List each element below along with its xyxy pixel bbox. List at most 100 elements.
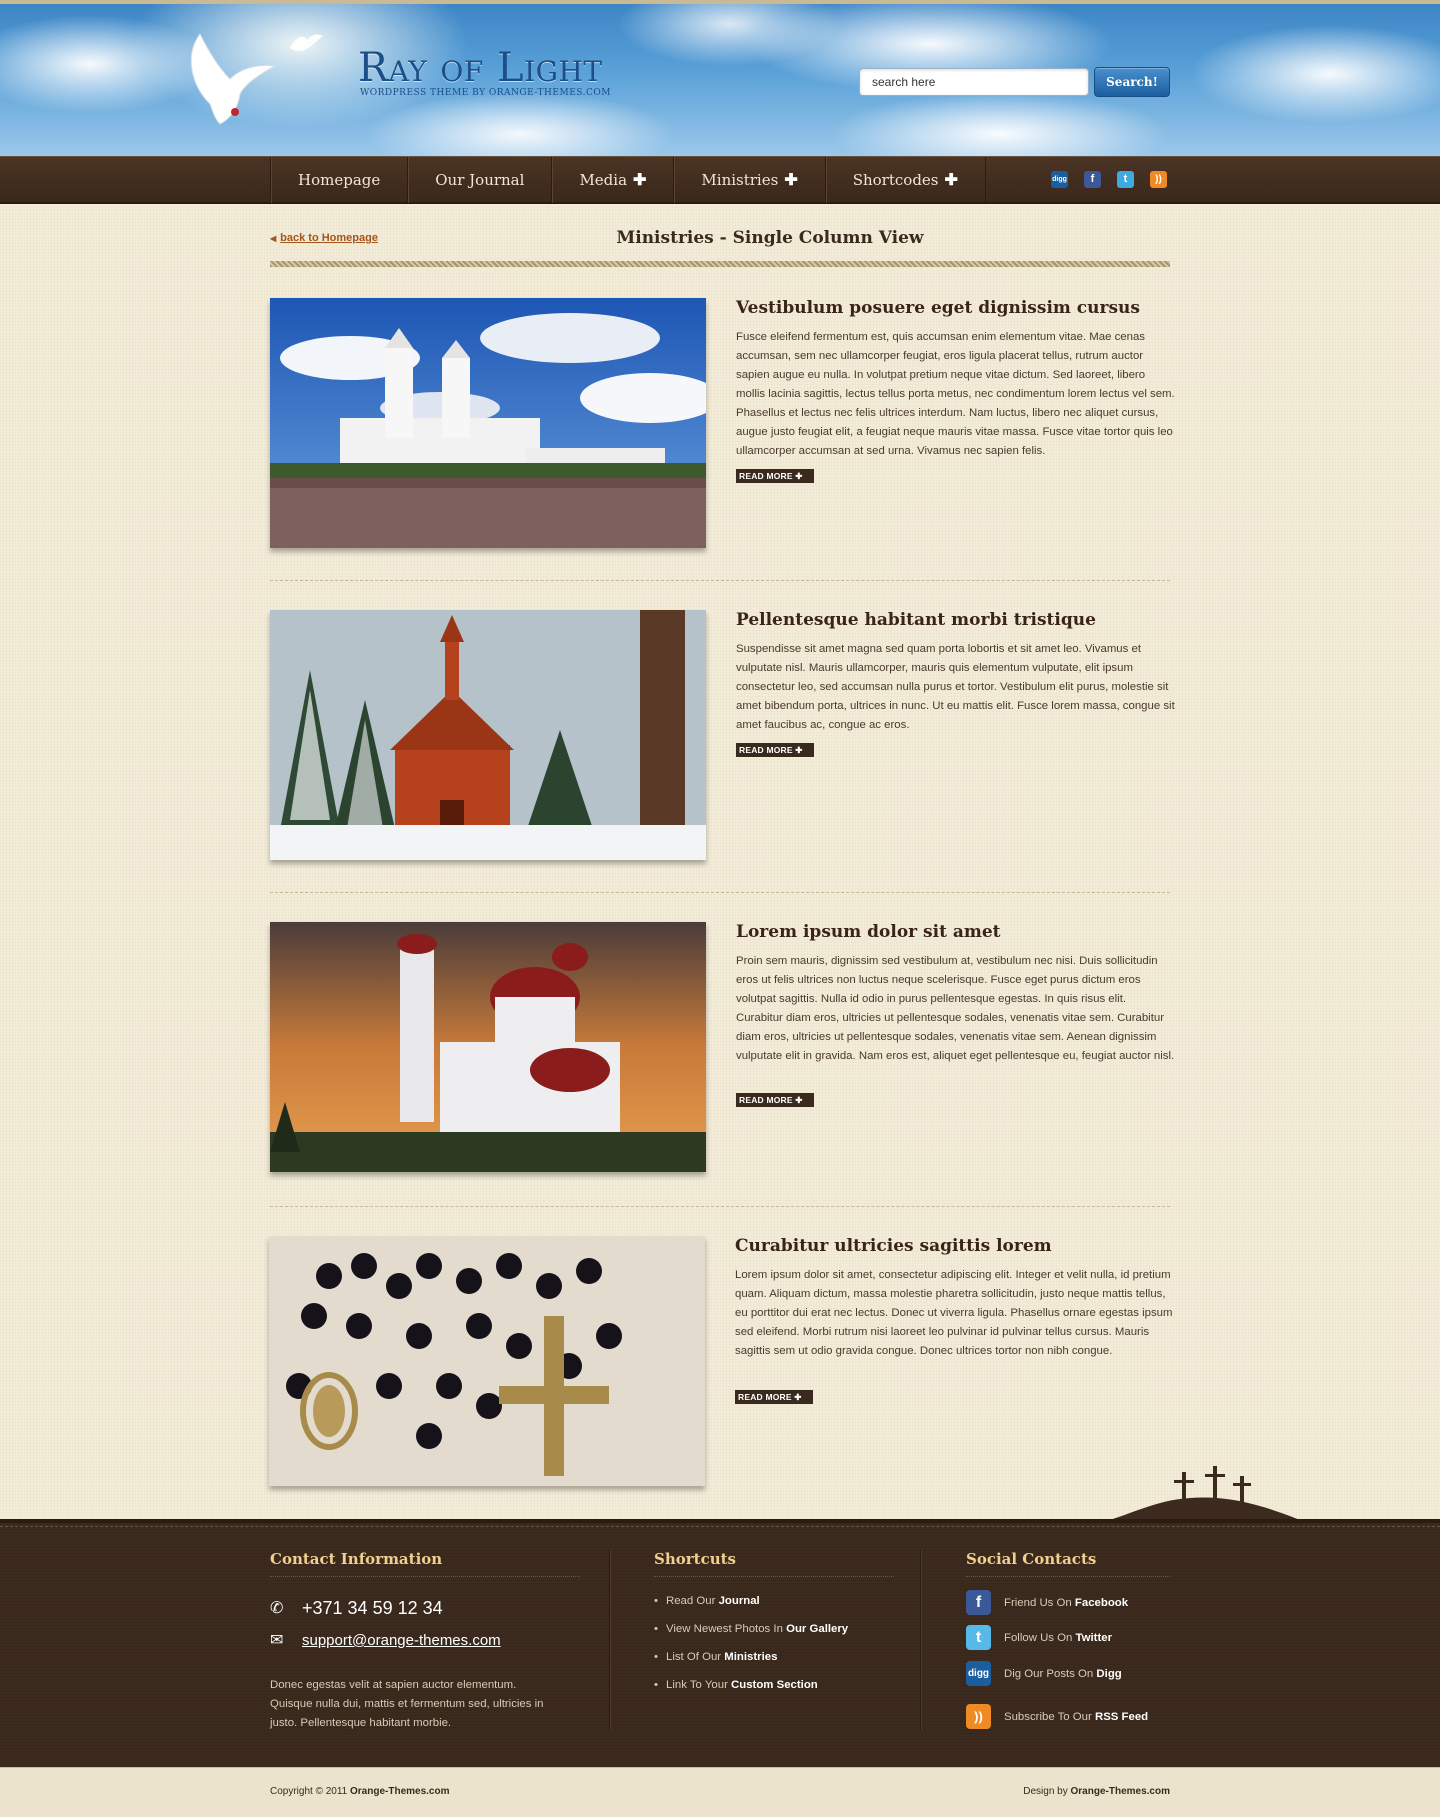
design-prefix: Design by: [1023, 1786, 1071, 1797]
nav-item-media[interactable]: Media ✚: [551, 157, 673, 203]
title-divider: [270, 261, 1170, 267]
email-link[interactable]: support@orange-themes.com: [302, 1632, 501, 1649]
nav-item-our-journal[interactable]: Our Journal: [407, 157, 551, 203]
read-more-button[interactable]: READ MORE ✚: [736, 743, 814, 757]
twitter-icon[interactable]: t: [1117, 171, 1134, 188]
post-title[interactable]: Lorem ipsum dolor sit amet: [736, 922, 1176, 942]
read-more-button[interactable]: READ MORE ✚: [735, 1390, 813, 1404]
footer-shortcuts-title: Shortcuts: [654, 1550, 736, 1568]
site-logo[interactable]: Ray of Light WORDPRESS THEME BY ORANGE-T…: [358, 46, 658, 98]
three-crosses-icon: [1110, 1466, 1300, 1520]
red-chapel-snow-photo: [270, 610, 706, 860]
shortcut-bold: Journal: [718, 1595, 760, 1607]
social-link-facebook[interactable]: f Friend Us On Facebook: [966, 1590, 1128, 1615]
phone-icon: ✆: [270, 1599, 284, 1617]
footer-contact-title: Contact Information: [270, 1550, 443, 1568]
footer-column-divider: [920, 1550, 921, 1730]
shortcut-link-custom[interactable]: • Link To Your Custom Section: [654, 1679, 818, 1691]
post-image-chapel[interactable]: [270, 610, 706, 860]
post-item: Pellentesque habitant morbi tristique Su…: [270, 610, 1175, 870]
bullet: •: [654, 1623, 658, 1635]
read-more-button[interactable]: READ MORE ✚: [736, 1093, 814, 1107]
social-link-twitter[interactable]: t Follow Us On Twitter: [966, 1625, 1112, 1650]
post-title[interactable]: Pellentesque habitant morbi tristique: [736, 610, 1176, 630]
post-image-cathedral[interactable]: [270, 298, 706, 548]
digg-icon[interactable]: digg: [1051, 171, 1068, 188]
search-input[interactable]: search here: [859, 68, 1089, 96]
plus-icon: ✚: [633, 170, 647, 189]
footer-social-title: Social Contacts: [966, 1550, 1097, 1568]
post-title[interactable]: Curabitur ultricies sagittis lorem: [735, 1236, 1175, 1256]
back-link-label: back to Homepage: [280, 232, 378, 244]
shortcut-link-journal[interactable]: • Read Our Journal: [654, 1595, 760, 1607]
footer-title-rule: [654, 1576, 894, 1577]
bullet: •: [654, 1679, 658, 1691]
shortcut-text: View Newest Photos In: [666, 1623, 787, 1635]
social-link-rss[interactable]: )) Subscribe To Our RSS Feed: [966, 1704, 1148, 1729]
bullet: •: [654, 1595, 658, 1607]
social-text: Follow Us On: [1004, 1631, 1076, 1644]
shortcut-link-ministries[interactable]: • List Of Our Ministries: [654, 1651, 777, 1663]
facebook-icon: f: [966, 1590, 991, 1615]
design-by-text: Design by Orange-Themes.com: [1008, 1786, 1170, 1797]
post-divider: [270, 892, 1170, 893]
social-link-label: Friend Us On Facebook: [1004, 1597, 1128, 1609]
envelope-icon: ✉: [270, 1631, 284, 1649]
nav-menu: Homepage Our Journal Media ✚ Ministries ✚ …: [270, 157, 986, 203]
contact-phone: ✆ +371 34 59 12 34: [270, 1598, 443, 1619]
post-image-orthodox-church[interactable]: [270, 922, 706, 1172]
social-link-label: Follow Us On Twitter: [1004, 1632, 1112, 1644]
read-more-button[interactable]: READ MORE ✚: [736, 469, 814, 483]
post-excerpt: Lorem ipsum dolor sit amet, consectetur …: [735, 1269, 1173, 1357]
post-divider: [270, 1206, 1170, 1207]
digg-icon: digg: [966, 1661, 991, 1686]
white-cathedral-crowd-photo: [270, 298, 706, 548]
back-arrow-icon: ◀: [270, 234, 277, 243]
nav-item-ministries[interactable]: Ministries ✚: [673, 157, 824, 203]
social-link-digg[interactable]: digg Dig Our Posts On Digg: [966, 1661, 1122, 1686]
nav-item-label: Homepage: [298, 171, 381, 189]
social-text: Friend Us On: [1004, 1596, 1075, 1609]
plus-icon: ✚: [944, 170, 958, 189]
nav-item-label: Shortcodes: [852, 171, 939, 189]
design-link[interactable]: Orange-Themes.com: [1071, 1786, 1170, 1797]
social-link-label: Dig Our Posts On Digg: [1004, 1668, 1122, 1680]
phone-number: +371 34 59 12 34: [302, 1598, 443, 1618]
post-title[interactable]: Vestibulum posuere eget dignissim cursus: [736, 298, 1176, 318]
post-excerpt: Suspendisse sit amet magna sed quam port…: [736, 643, 1175, 731]
copyright-link[interactable]: Orange-Themes.com: [350, 1786, 449, 1797]
rss-icon[interactable]: )): [1150, 171, 1167, 188]
shortcut-link-gallery[interactable]: • View Newest Photos In Our Gallery: [654, 1623, 848, 1635]
footer-top-border: [0, 1526, 1440, 1527]
social-text: Dig Our Posts On: [1004, 1667, 1097, 1680]
post-image-rosary[interactable]: [269, 1236, 705, 1486]
nav-item-label: Ministries: [701, 171, 779, 189]
search-button[interactable]: Search!: [1094, 67, 1170, 97]
copyright-prefix: Copyright © 2011: [270, 1786, 351, 1797]
shortcut-text: List Of Our: [666, 1651, 725, 1663]
header-social-icons: digg f t )): [1051, 171, 1167, 188]
footer-column-divider: [609, 1550, 610, 1730]
nav-item-shortcodes[interactable]: Shortcodes ✚: [824, 157, 986, 203]
social-bold: RSS Feed: [1094, 1710, 1149, 1723]
nav-item-label: Media: [579, 171, 628, 189]
rss-icon: )): [966, 1704, 991, 1729]
dove-icon: [190, 33, 277, 125]
back-to-homepage-link[interactable]: ◀ back to Homepage: [270, 232, 378, 244]
orthodox-church-sunset-photo: [270, 922, 706, 1172]
post-item: Lorem ipsum dolor sit amet Proin sem mau…: [270, 922, 1174, 1182]
post-excerpt: Fusce eleifend fermentum est, quis accum…: [736, 331, 1175, 457]
bottom-bar: [0, 1767, 1440, 1817]
nav-item-label: Our Journal: [435, 171, 525, 189]
post-excerpt: Proin sem mauris, dignissim sed vestibul…: [736, 955, 1175, 1062]
facebook-icon[interactable]: f: [1084, 171, 1101, 188]
social-bold: Digg: [1096, 1667, 1122, 1680]
rosary-beads-photo: [269, 1236, 705, 1486]
footer-about-text: Donec egestas velit at sapien auctor ele…: [270, 1679, 544, 1729]
social-bold: Twitter: [1075, 1631, 1113, 1644]
bullet: •: [654, 1651, 658, 1663]
shortcut-text: Read Our: [666, 1595, 719, 1607]
logo-title: Ray of Light: [358, 45, 603, 91]
nav-item-homepage[interactable]: Homepage: [270, 157, 407, 203]
post-item: Vestibulum posuere eget dignissim cursus…: [270, 298, 1175, 558]
